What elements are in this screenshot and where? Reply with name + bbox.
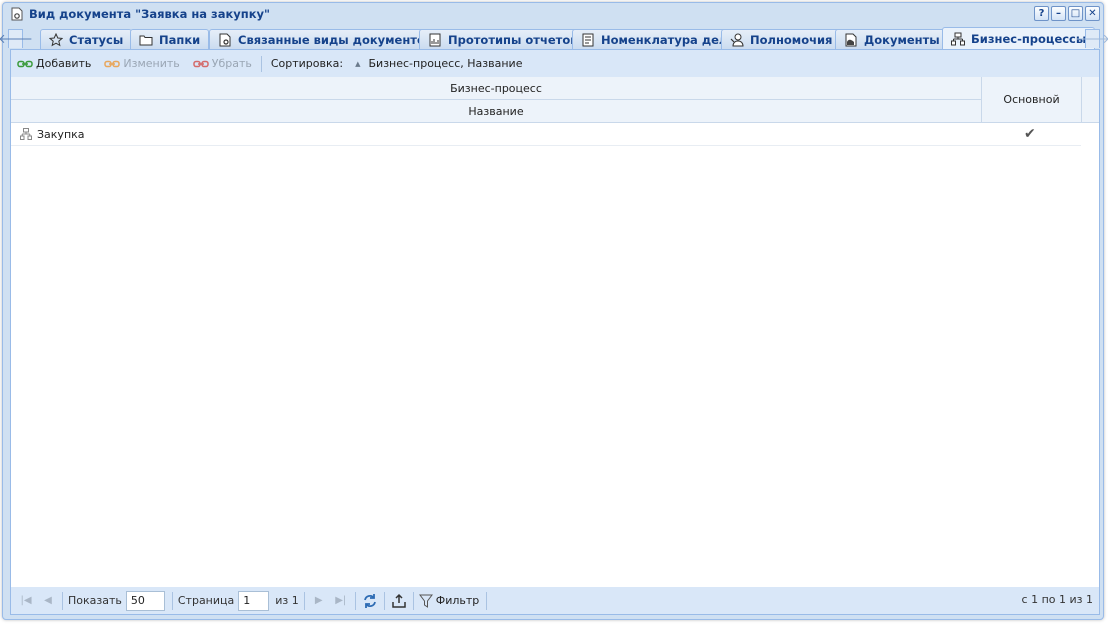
link-remove-icon [193, 59, 209, 69]
tab-business-processes[interactable]: Бизнес-процессы [942, 27, 1096, 49]
cell-name: Закупка [37, 127, 85, 141]
document-gear-icon [10, 7, 24, 21]
edit-label: Изменить [123, 57, 180, 70]
column-group-business-process: Бизнес-процесс [11, 77, 982, 100]
tab-related-doc-types[interactable]: Связанные виды документов [209, 29, 442, 49]
refresh-icon[interactable] [361, 592, 379, 610]
first-page-icon[interactable]: |◀ [17, 592, 35, 610]
tab-statuses[interactable]: Статусы [40, 29, 133, 49]
tab-folders[interactable]: Папки [130, 29, 210, 49]
last-page-icon[interactable]: ▶| [332, 592, 350, 610]
pager-separator [171, 591, 173, 610]
add-label: Добавить [36, 57, 92, 70]
checkmark-icon: ✔ [1024, 126, 1036, 142]
user-key-icon [730, 33, 744, 47]
window-title: Вид документа "Заявка на закупку" [29, 7, 271, 21]
next-page-icon[interactable]: ▶ [310, 592, 328, 610]
page-number-input[interactable] [238, 590, 270, 611]
paging-toolbar: |◀ ◀ Показать Страница из 1 ▶ ▶| [11, 587, 1099, 614]
export-icon[interactable] [390, 592, 408, 610]
document-type-window: Вид документа "Заявка на закупку" ? – □ … [0, 2, 1108, 620]
remove-label: Убрать [211, 57, 252, 70]
filter-icon [418, 594, 433, 608]
filter-button[interactable]: Фильтр [418, 594, 480, 608]
close-button[interactable]: ✕ [1085, 6, 1100, 21]
tab-label: Номенклатура дел [601, 32, 728, 47]
column-group-label: Бизнес-процесс [450, 81, 542, 95]
column-header-label: Основной [1003, 93, 1060, 106]
tab-label: Статусы [69, 32, 124, 47]
sort-label: Сортировка: [270, 57, 344, 70]
tab-strip: 🡐 Статусы Папки Связанные виды документо… [0, 27, 1108, 49]
tab-label: Связанные виды документов [238, 32, 433, 47]
report-icon [428, 33, 442, 47]
filter-label: Фильтр [435, 594, 480, 607]
business-processes-panel: Добавить Изменить Убрать Сортировка: ▲ Б… [10, 49, 1100, 615]
pager-separator [62, 591, 63, 610]
tab-label: Папки [159, 32, 201, 47]
tab-label: Полномочия [750, 32, 833, 47]
tab-scroll-left-button[interactable]: 🡐 [0, 29, 33, 48]
column-header-label: Название [468, 104, 524, 118]
pager-separator [383, 591, 385, 610]
help-button[interactable]: ? [1034, 6, 1049, 21]
page-size-label: Показать [68, 594, 122, 607]
tab-documents[interactable]: Документы [835, 29, 949, 49]
tab-scroll-right-button[interactable]: 🡒 [1075, 29, 1108, 48]
previous-page-icon[interactable]: ◀ [39, 592, 57, 610]
remove-button[interactable]: Убрать [193, 57, 252, 70]
document-gear-icon [218, 33, 232, 47]
link-edit-icon [104, 59, 121, 69]
grid-toolbar: Добавить Изменить Убрать Сортировка: ▲ Б… [11, 50, 1099, 77]
table-row[interactable]: Закупка ✔ [11, 123, 1081, 146]
page-count-label: из 1 [275, 594, 299, 607]
grid-header: Бизнес-процесс Название Основной [11, 77, 1099, 123]
page-label: Страница [177, 594, 235, 607]
link-add-icon [17, 59, 33, 69]
folder-icon [139, 33, 153, 47]
toolbar-separator [260, 55, 262, 72]
sort-value[interactable]: Бизнес-процесс, Название [369, 57, 523, 70]
add-button[interactable]: Добавить [17, 57, 91, 70]
pager-separator [486, 591, 488, 610]
tab-label: Документы [864, 32, 940, 47]
tab-report-prototypes[interactable]: Прототипы отчетов [419, 29, 587, 49]
page-size-input[interactable] [125, 590, 165, 611]
documents-icon [844, 33, 858, 47]
column-header-name[interactable]: Название [11, 100, 982, 122]
star-icon [49, 32, 63, 47]
sort-ascending-icon[interactable]: ▲ [355, 60, 360, 68]
edit-button[interactable]: Изменить [104, 57, 180, 70]
tab-nomenclature[interactable]: Номенклатура дел [572, 29, 737, 49]
paging-info: с 1 по 1 из 1 [1021, 593, 1093, 606]
tab-label: Прототипы отчетов [448, 32, 578, 47]
minimize-button[interactable]: – [1051, 6, 1066, 21]
pager-separator [303, 591, 305, 610]
tab-permissions[interactable]: Полномочия [721, 29, 842, 49]
nomenclature-icon [581, 33, 595, 47]
tab-label: Бизнес-процессы [971, 31, 1087, 46]
column-header-main[interactable]: Основной [982, 77, 1082, 122]
process-icon [20, 128, 32, 140]
window-tools: ? – □ ✕ [1034, 6, 1100, 21]
maximize-button[interactable]: □ [1068, 6, 1083, 21]
pager-separator [354, 591, 356, 610]
window-titlebar[interactable]: Вид документа "Заявка на закупку" ? – □ … [3, 3, 1103, 25]
process-icon [951, 32, 965, 46]
pager-separator [412, 591, 414, 610]
